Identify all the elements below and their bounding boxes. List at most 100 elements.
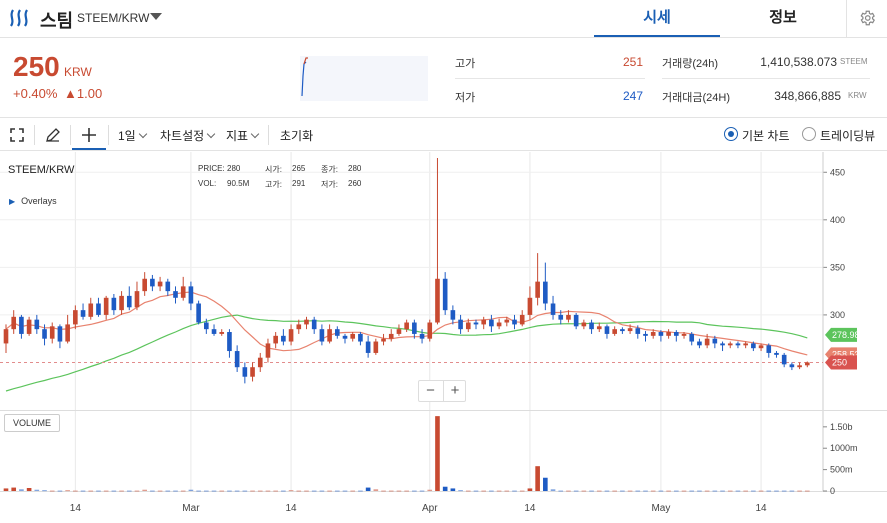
volume-bar xyxy=(342,490,348,492)
candle-body xyxy=(350,333,356,339)
candle-body xyxy=(674,332,679,336)
x-tick-label: 14 xyxy=(524,503,536,514)
candle-body xyxy=(412,322,417,334)
current-price: 250 xyxy=(13,51,60,82)
volume-bar xyxy=(165,490,171,492)
candle-body xyxy=(697,341,702,346)
candle-body xyxy=(435,278,440,323)
candle-body xyxy=(119,295,124,311)
candle-body xyxy=(173,291,178,298)
header-divider xyxy=(846,0,847,38)
volume-bar xyxy=(103,490,109,492)
volume-bar xyxy=(88,490,94,492)
tab-quote[interactable]: 시세 xyxy=(594,0,720,37)
volume-bar xyxy=(419,490,425,492)
volume-bar xyxy=(573,490,579,492)
interval-dropdown[interactable]: 1일 xyxy=(118,127,147,144)
candle-body xyxy=(111,297,117,311)
price-chart-area[interactable]: 14 Mar 14 Apr 14 May 14 300 350 400 450 0 500m 1000m 1… xyxy=(0,152,887,523)
y-tick-label: 400 xyxy=(830,215,845,225)
volume-bar xyxy=(26,488,32,491)
candle-body xyxy=(589,322,594,330)
volume-bar xyxy=(535,466,540,491)
chevron-down-icon xyxy=(138,129,147,139)
candle-body xyxy=(427,322,433,339)
volume-bar xyxy=(620,490,625,492)
volume-bar xyxy=(34,489,40,491)
ohlc-high-value: 291 xyxy=(292,179,306,188)
candle-body xyxy=(327,329,332,342)
volume-bar xyxy=(111,490,117,492)
volume-bar xyxy=(219,490,225,492)
chart-settings-dropdown[interactable]: 차트설정 xyxy=(160,127,216,144)
candle-body xyxy=(19,316,24,334)
volume-bar xyxy=(19,489,24,491)
tradingview-radio[interactable] xyxy=(802,127,816,141)
indicators-dropdown[interactable]: 지표 xyxy=(226,127,260,144)
candle-body xyxy=(704,338,710,346)
candlestick-chart[interactable]: 14 Mar 14 Apr 14 May 14 300 350 400 450 0 500m 1000m 1… xyxy=(0,152,887,523)
candle-body xyxy=(388,333,394,339)
volume-bar xyxy=(627,490,633,492)
volume-bar xyxy=(442,486,448,491)
reset-button[interactable]: 초기화 xyxy=(280,127,313,144)
change-percent: +0.40% xyxy=(13,86,58,101)
low-value: 247 xyxy=(622,89,643,103)
candle-body xyxy=(88,303,94,317)
candle-body xyxy=(727,343,733,346)
amount-label: 거래대금(24H) xyxy=(662,92,730,104)
candle-body xyxy=(196,303,201,323)
volume-bar xyxy=(157,490,163,492)
candle-body xyxy=(227,332,232,352)
high-value: 251 xyxy=(622,55,643,69)
zoom-in-button[interactable]: + xyxy=(443,381,466,401)
volume-bar xyxy=(150,490,155,492)
zoom-out-button[interactable]: − xyxy=(419,381,442,401)
coin-dropdown-icon[interactable] xyxy=(150,13,162,20)
ohlc-close-value: 280 xyxy=(348,164,362,173)
volume-bar xyxy=(173,490,178,492)
overlays-toggle[interactable]: ▶ Overlays xyxy=(9,196,57,206)
y-tick-label: 350 xyxy=(830,262,845,272)
candle-body xyxy=(157,281,163,287)
candle-body xyxy=(751,343,756,349)
volume-bar xyxy=(234,490,240,492)
coin-name: 스팀 xyxy=(40,11,74,31)
crosshair-icon[interactable] xyxy=(80,126,98,144)
volume-bar xyxy=(519,490,525,492)
candle-body xyxy=(473,322,479,325)
vol-tick-label: 1000m xyxy=(830,443,858,453)
volume-bar xyxy=(180,490,186,492)
tradingview-label: 트레이딩뷰 xyxy=(820,129,876,143)
volume-bar xyxy=(396,490,402,492)
candle-body xyxy=(65,324,70,342)
volume-bar xyxy=(550,489,556,491)
gear-icon[interactable] xyxy=(858,9,876,27)
x-tick-label: 14 xyxy=(286,503,298,514)
candle-body xyxy=(804,362,810,366)
high-label: 고가 xyxy=(455,58,476,70)
candle-body xyxy=(573,314,579,327)
volume-bar xyxy=(704,490,710,492)
candle-body xyxy=(150,278,155,287)
tab-info[interactable]: 정보 xyxy=(720,0,846,37)
volume-bar xyxy=(142,489,147,491)
candle-body xyxy=(73,310,78,325)
candle-body xyxy=(57,326,63,342)
vol-tick-label: 1.50b xyxy=(830,422,853,432)
basic-chart-radio[interactable] xyxy=(724,127,738,141)
volume-bar xyxy=(126,490,132,492)
volume-bar xyxy=(242,490,248,492)
toolbar-divider xyxy=(108,125,109,145)
last-price-tag: 250 xyxy=(832,357,847,367)
pencil-icon[interactable] xyxy=(44,126,62,144)
toolbar-divider xyxy=(34,125,35,145)
volume-bar xyxy=(49,490,55,492)
x-tick-label: 14 xyxy=(756,503,768,514)
candle-body xyxy=(319,329,325,342)
zoom-controls: − + xyxy=(418,380,466,402)
volume-bar xyxy=(73,490,78,492)
fullscreen-icon[interactable] xyxy=(8,126,26,144)
volume-bar xyxy=(781,490,787,492)
candle-body xyxy=(296,324,302,330)
